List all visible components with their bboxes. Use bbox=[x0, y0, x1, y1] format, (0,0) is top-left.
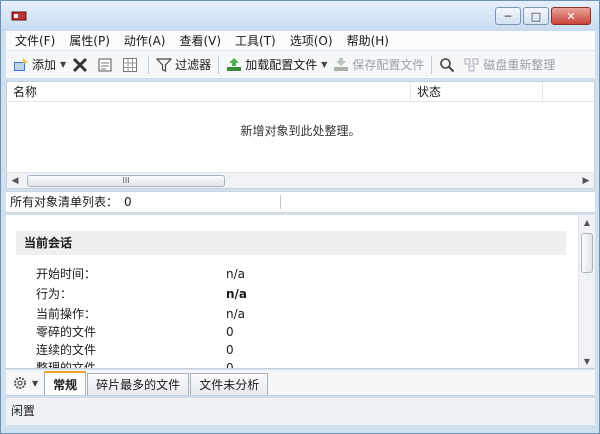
title-bar[interactable]: ─ □ ✕ bbox=[1, 1, 599, 31]
load-config-button[interactable]: 加载配置文件 ▼ bbox=[223, 54, 330, 76]
object-count-bar: 所有对象清单列表： 0 bbox=[6, 191, 595, 213]
session-row-start-time: 开始时间： n/a bbox=[36, 265, 245, 283]
scroll-thumb[interactable] bbox=[581, 233, 593, 273]
tab-general[interactable]: 常规 bbox=[44, 371, 87, 395]
row-label: 连续的文件 bbox=[36, 343, 97, 357]
empty-list-message: 新增对象到此处整理。 bbox=[240, 124, 361, 138]
chevron-down-icon[interactable]: ▼ bbox=[60, 60, 66, 69]
toolbar-divider bbox=[218, 55, 220, 74]
chevron-down-icon: ▼ bbox=[32, 378, 39, 388]
save-config-button[interactable]: 保存配置文件 bbox=[330, 54, 427, 76]
app-icon bbox=[11, 11, 27, 21]
window-controls: ─ □ ✕ bbox=[493, 7, 591, 25]
row-label: 零碎的文件 bbox=[36, 325, 97, 339]
delete-icon bbox=[72, 57, 88, 73]
search-icon bbox=[439, 57, 455, 73]
filter-icon bbox=[156, 57, 173, 73]
row-label: 开始时间： bbox=[36, 267, 97, 281]
properties-icon bbox=[97, 57, 113, 73]
load-config-icon bbox=[226, 57, 242, 73]
row-label: 整理的文件 bbox=[36, 361, 97, 369]
tab-bar: ▼ 常规 碎片最多的文件 文件未分析 bbox=[6, 370, 595, 396]
column-header-status[interactable]: 状态 bbox=[411, 82, 543, 101]
menu-tools[interactable]: 工具(T) bbox=[228, 32, 283, 50]
menu-file[interactable]: 文件(F) bbox=[8, 32, 62, 50]
vertical-scrollbar[interactable]: ▲ ▼ bbox=[578, 215, 595, 368]
add-button[interactable]: 添加 ▼ bbox=[10, 54, 69, 76]
scroll-thumb[interactable]: III bbox=[27, 175, 225, 187]
defrag-button[interactable]: 磁盘重新整理 bbox=[461, 54, 558, 76]
scroll-left-icon[interactable]: ◀ bbox=[7, 173, 23, 189]
toolbar-divider bbox=[431, 55, 433, 74]
session-header: 当前会话 bbox=[16, 231, 566, 255]
tab-most-fragmented[interactable]: 碎片最多的文件 bbox=[87, 373, 190, 395]
menu-bar: 文件(F) 属性(P) 动作(A) 查看(V) 工具(T) 选项(O) 帮助(H… bbox=[6, 31, 595, 51]
row-label: 行为： bbox=[36, 287, 73, 301]
close-button[interactable]: ✕ bbox=[551, 7, 591, 25]
delete-button[interactable] bbox=[69, 54, 94, 76]
settings-menu-button[interactable]: ▼ bbox=[10, 371, 44, 395]
session-row-defragmented-files: 整理的文件 0 bbox=[36, 359, 234, 369]
list-header: 名称 状态 bbox=[7, 82, 594, 102]
session-row-current-operation: 当前操作： n/a bbox=[36, 305, 245, 323]
scroll-up-icon[interactable]: ▲ bbox=[579, 215, 595, 229]
menu-options[interactable]: 选项(O) bbox=[283, 32, 340, 50]
horizontal-scrollbar[interactable]: ◀ III ▶ bbox=[7, 172, 594, 188]
add-icon bbox=[13, 57, 29, 73]
gear-icon bbox=[14, 377, 26, 389]
session-row-contiguous-files: 连续的文件 0 bbox=[36, 341, 234, 359]
count-divider bbox=[280, 195, 281, 209]
object-list[interactable]: 名称 状态 新增对象到此处整理。 ◀ III ▶ bbox=[6, 81, 595, 189]
filter-button[interactable]: 过滤器 bbox=[153, 54, 214, 76]
minimize-button[interactable]: ─ bbox=[495, 7, 521, 25]
app-window: ─ □ ✕ 文件(F) 属性(P) 动作(A) 查看(V) 工具(T) 选项(O… bbox=[0, 0, 600, 434]
grid-button[interactable] bbox=[119, 54, 144, 76]
search-button[interactable] bbox=[436, 54, 461, 76]
defrag-label: 磁盘重新整理 bbox=[483, 58, 556, 72]
menu-action[interactable]: 动作(A) bbox=[117, 32, 173, 50]
tab-files-not-analyzed[interactable]: 文件未分析 bbox=[190, 373, 269, 395]
defrag-icon bbox=[464, 57, 480, 73]
object-count-value: 0 bbox=[124, 195, 132, 209]
row-value: 0 bbox=[226, 361, 234, 369]
row-value: n/a bbox=[226, 307, 246, 321]
menu-help[interactable]: 帮助(H) bbox=[340, 32, 396, 50]
scroll-right-icon[interactable]: ▶ bbox=[578, 173, 594, 189]
status-text: 闲置 bbox=[11, 404, 36, 418]
row-value: n/a bbox=[226, 287, 248, 301]
load-config-label: 加载配置文件 bbox=[245, 58, 318, 72]
menu-properties[interactable]: 属性(P) bbox=[62, 32, 117, 50]
detail-panel: 当前会话 开始时间： n/a 行为： n/a 当前操作： n/a 零碎的文件 0… bbox=[6, 215, 595, 369]
toolbar: 添加 ▼ 过滤器 加载配置文件 ▼ 保存配置文件 磁盘重新整理 bbox=[6, 51, 595, 79]
session-row-behavior: 行为： n/a bbox=[36, 285, 247, 303]
row-value: n/a bbox=[226, 267, 246, 281]
object-count-label: 所有对象清单列表： bbox=[10, 195, 119, 209]
menu-view[interactable]: 查看(V) bbox=[172, 32, 228, 50]
properties-button[interactable] bbox=[94, 54, 119, 76]
row-value: 0 bbox=[226, 343, 234, 357]
row-value: 0 bbox=[226, 325, 234, 339]
chevron-down-icon[interactable]: ▼ bbox=[321, 60, 327, 69]
add-label: 添加 bbox=[32, 58, 57, 72]
session-row-fragmented-files: 零碎的文件 0 bbox=[36, 323, 234, 341]
toolbar-divider bbox=[148, 55, 150, 74]
maximize-button[interactable]: □ bbox=[523, 7, 549, 25]
row-label: 当前操作： bbox=[36, 307, 97, 321]
save-config-icon bbox=[333, 57, 349, 73]
scroll-down-icon[interactable]: ▼ bbox=[579, 354, 595, 368]
save-config-label: 保存配置文件 bbox=[352, 58, 425, 72]
grid-icon bbox=[122, 57, 138, 73]
column-header-name[interactable]: 名称 bbox=[7, 82, 411, 101]
status-bar: 闲置 bbox=[6, 397, 595, 425]
filter-label: 过滤器 bbox=[175, 58, 212, 72]
